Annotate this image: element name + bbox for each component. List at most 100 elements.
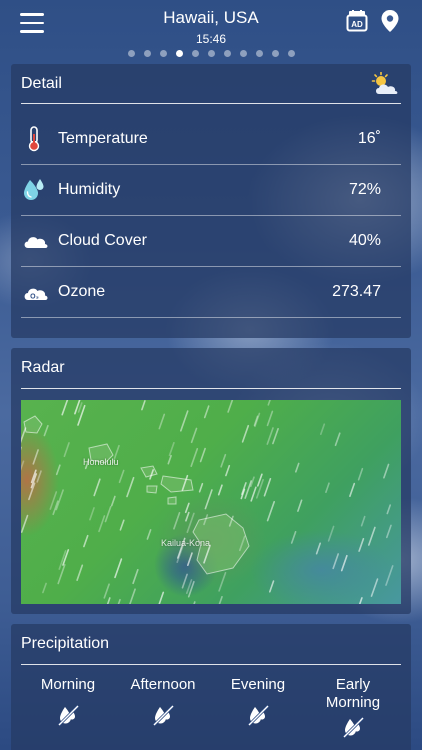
wind-streak <box>358 597 363 604</box>
wind-streak <box>21 514 29 533</box>
page-indicator[interactable] <box>0 50 422 57</box>
precipitation-title: Precipitation <box>21 635 110 652</box>
thermometer-icon <box>21 126 47 152</box>
radar-map[interactable]: Honolulu Kailua-Kona <box>21 400 401 604</box>
ozone-cloud-icon: O₃ <box>21 279 48 305</box>
wind-streak <box>319 423 326 436</box>
humidity-drops-icon <box>21 177 47 203</box>
no-rain-icon <box>57 704 79 726</box>
radar-title: Radar <box>21 359 65 376</box>
location-pin-icon[interactable] <box>380 9 400 33</box>
wind-streak <box>118 469 125 484</box>
wind-streak <box>357 467 364 481</box>
radar-divider <box>21 388 401 389</box>
wind-streak <box>332 553 340 570</box>
page-dot[interactable] <box>127 50 135 57</box>
wind-streak <box>158 413 166 430</box>
wind-streak <box>168 441 175 457</box>
wind-streak <box>218 596 223 604</box>
wind-streak <box>43 424 49 437</box>
wind-streaks <box>21 400 394 604</box>
wind-streak <box>256 479 264 499</box>
wind-streak <box>385 565 394 586</box>
page-dot[interactable] <box>159 50 167 57</box>
page-dot[interactable] <box>175 50 183 57</box>
wind-streak <box>241 424 250 443</box>
wind-streak <box>190 427 198 444</box>
page-dot[interactable] <box>207 50 215 57</box>
wind-streak <box>225 464 231 477</box>
wind-streak <box>203 405 210 419</box>
period-evening: Evening <box>213 676 303 726</box>
svg-text:AD: AD <box>351 20 363 29</box>
wind-streak <box>167 454 172 465</box>
wind-streak <box>360 515 366 527</box>
wind-streak <box>129 588 136 604</box>
wind-streak <box>250 486 257 502</box>
cloud-icon <box>21 228 48 254</box>
wind-streak <box>184 502 190 514</box>
no-rain-icon <box>152 704 174 726</box>
page-dot[interactable] <box>223 50 231 57</box>
wind-streak <box>77 402 83 413</box>
wind-streak <box>55 464 61 476</box>
wind-streak <box>89 507 95 521</box>
map-city-label: Honolulu <box>83 457 119 467</box>
wind-streak <box>315 542 322 555</box>
wind-streak <box>42 582 47 594</box>
wind-streak <box>266 427 274 445</box>
current-time: 15:46 <box>195 32 227 46</box>
page-dot[interactable] <box>271 50 279 57</box>
wind-streak <box>187 552 193 566</box>
wind-streak <box>83 534 89 548</box>
wind-streak <box>297 499 303 512</box>
wind-streak <box>117 598 121 604</box>
wind-streak <box>61 400 69 416</box>
wind-streak <box>334 432 341 447</box>
wind-streak <box>106 597 111 604</box>
cloud-cover-label: Cloud Cover <box>58 232 147 249</box>
wind-streak <box>181 573 188 589</box>
wind-streak <box>204 489 213 510</box>
temperature-value: 16˚ <box>357 130 381 147</box>
wind-streak <box>367 526 376 546</box>
no-rain-icon <box>247 704 269 726</box>
page-dot[interactable] <box>191 50 199 57</box>
wind-streak <box>180 410 189 432</box>
ad-icon[interactable]: AD <box>346 10 368 32</box>
wind-streak <box>193 601 196 604</box>
partly-sunny-icon <box>369 71 401 96</box>
wind-streak <box>199 447 206 463</box>
page-dot[interactable] <box>255 50 263 57</box>
map-city-label: Kailua-Kona <box>161 538 211 548</box>
wind-streak <box>21 460 25 471</box>
wind-streak <box>325 482 330 493</box>
page-dot[interactable] <box>143 50 151 57</box>
precipitation-divider <box>21 664 401 665</box>
humidity-label: Humidity <box>58 181 121 198</box>
detail-row-ozone: O₃ Ozone 273.47 <box>21 267 401 318</box>
no-rain-icon <box>342 716 364 738</box>
cloud-cover-value: 40% <box>348 232 381 249</box>
wind-streak <box>36 470 42 483</box>
period-label: Evening <box>230 676 286 693</box>
wind-streak <box>370 578 379 597</box>
wind-streak <box>185 511 190 522</box>
wind-streak <box>119 519 125 531</box>
detail-divider <box>21 103 401 104</box>
page-dot[interactable] <box>239 50 247 57</box>
wind-streak <box>327 525 335 542</box>
svg-text:O₃: O₃ <box>30 294 39 301</box>
wind-streak <box>290 531 297 544</box>
page-dot[interactable] <box>287 50 295 57</box>
wind-streak <box>55 489 64 511</box>
period-morning: Morning <box>23 676 113 726</box>
wind-streak <box>266 501 275 522</box>
ozone-value: 273.47 <box>332 283 381 300</box>
ozone-label: Ozone <box>58 283 106 300</box>
period-afternoon: Afternoon <box>118 676 208 726</box>
wind-streak <box>132 569 139 585</box>
period-label: Afternoon <box>130 676 196 693</box>
wind-streak <box>126 476 135 498</box>
wind-streak <box>158 591 165 604</box>
